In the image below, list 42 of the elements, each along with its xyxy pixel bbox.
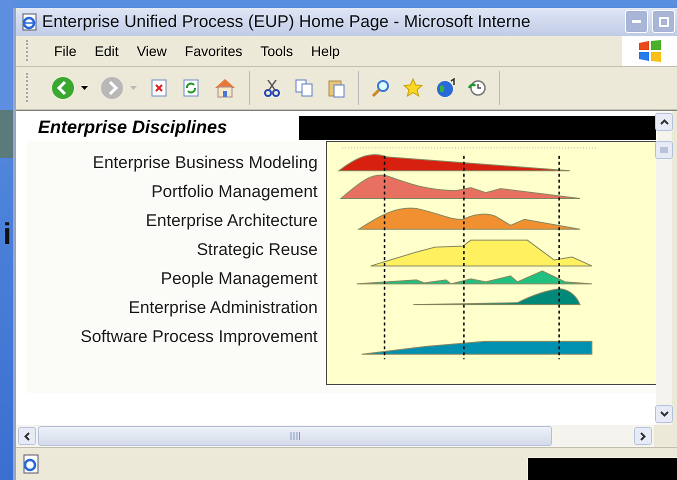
menu-item[interactable]: File <box>45 42 86 59</box>
chevron-up-icon <box>660 118 668 125</box>
window-title: Enterprise Unified Process (EUP) Home Page - Microsoft Interne <box>42 12 532 32</box>
globe-icon[interactable] <box>435 78 455 98</box>
menu-item[interactable]: Tools <box>251 42 302 59</box>
scroll-down-button[interactable] <box>655 405 673 424</box>
chevron-right-icon <box>640 432 646 441</box>
scrollbar-thumb[interactable] <box>655 140 673 159</box>
browser-logo-icon[interactable] <box>20 12 38 31</box>
desktop-text: i <box>3 220 12 250</box>
discipline-label: Portfolio Management <box>151 182 318 202</box>
discipline-label: Enterprise Business Modeling <box>92 152 318 173</box>
chevron-left-icon <box>24 432 30 441</box>
search-icon[interactable] <box>371 78 391 98</box>
scrollbar-thumb[interactable] <box>38 426 552 446</box>
menu-item[interactable]: Help <box>302 42 349 59</box>
stop-icon[interactable] <box>149 78 169 98</box>
history-icon[interactable] <box>467 78 487 98</box>
scissors-icon[interactable] <box>262 78 282 98</box>
discipline-label: People Management <box>160 268 318 289</box>
photo-placeholder <box>0 110 13 158</box>
flag-logo-icon <box>638 40 662 62</box>
scroll-left-button[interactable] <box>18 427 36 446</box>
paste-icon[interactable] <box>326 78 346 98</box>
minimize-icon <box>632 20 641 24</box>
scroll-up-button[interactable] <box>655 112 673 131</box>
discipline-label: Enterprise Administration <box>128 298 318 318</box>
chevron-down-icon <box>660 411 668 418</box>
menu-item[interactable]: Edit <box>86 42 128 59</box>
discipline-label: Strategic Reuse <box>196 240 318 260</box>
maximize-icon <box>658 16 668 27</box>
section-heading: Enterprise Disciplines <box>37 117 228 138</box>
caret-icon[interactable] <box>81 86 88 90</box>
menu-item[interactable]: View <box>128 42 176 59</box>
scroll-right-button[interactable] <box>634 427 652 446</box>
copy-icon[interactable] <box>294 78 314 98</box>
menu-item[interactable]: Favorites <box>176 42 252 59</box>
star-icon[interactable] <box>403 78 423 98</box>
refresh-icon[interactable] <box>181 78 201 98</box>
home-icon[interactable] <box>213 76 237 99</box>
discipline-label: Software Process Improvement <box>80 326 318 347</box>
discipline-label: Enterprise Architecture <box>146 210 318 231</box>
